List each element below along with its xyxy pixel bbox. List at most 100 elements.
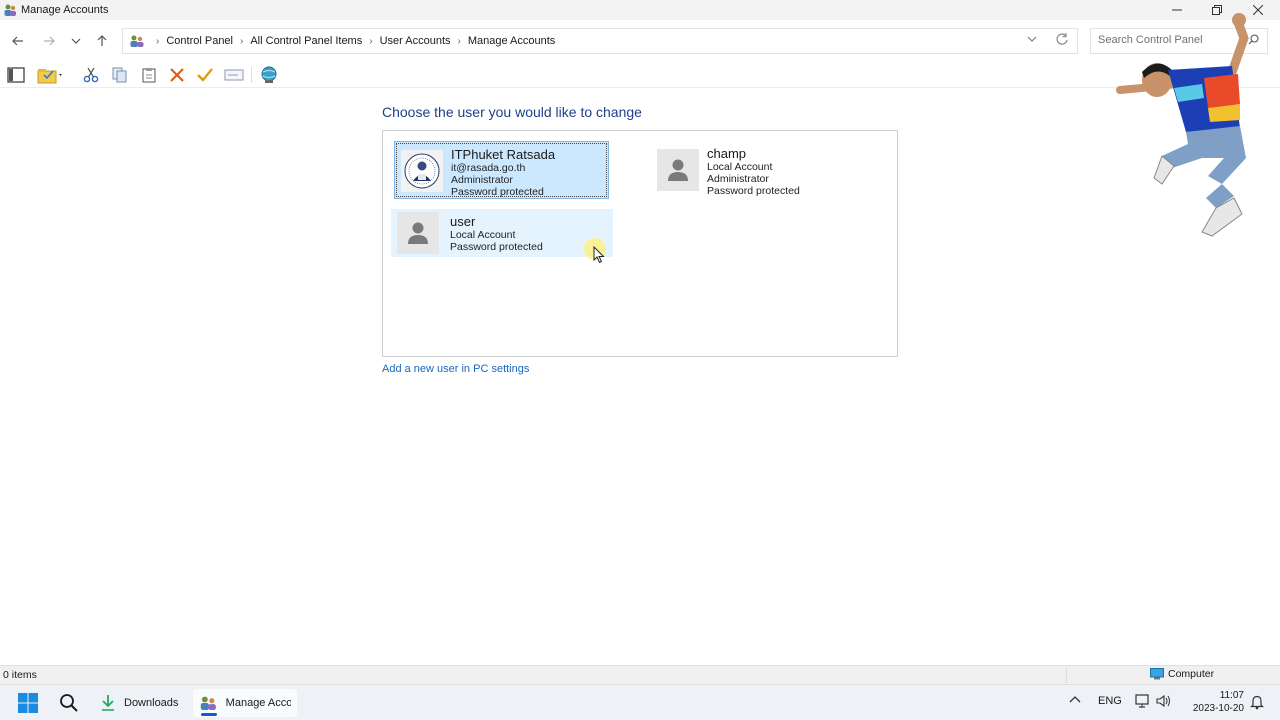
item-count: 0 items <box>3 669 37 681</box>
properties-button[interactable] <box>36 65 64 85</box>
jumping-person-image <box>1116 13 1249 237</box>
clock-time: 11:07 <box>1219 690 1244 701</box>
taskbar-app-label: Downloads <box>124 697 179 709</box>
bell-icon <box>1250 695 1264 710</box>
chevron-right-icon: › <box>369 35 373 47</box>
windows-logo-icon <box>18 693 38 713</box>
language-indicator[interactable]: ENG <box>1098 695 1122 707</box>
users-icon <box>200 696 216 711</box>
chevron-right-icon: › <box>457 35 461 47</box>
manage-accounts-window: Manage Accounts › Control Panel › All Co… <box>0 0 1280 684</box>
taskbar-app-manage-accounts[interactable]: Manage Accou <box>193 689 297 717</box>
account-tile-itphuket[interactable]: ITPhuket Ratsada it@rasada.go.th Adminis… <box>394 141 609 199</box>
user-silhouette-icon <box>668 159 688 181</box>
search-icon <box>60 694 78 712</box>
up-button[interactable] <box>92 31 112 51</box>
start-button[interactable] <box>12 689 44 717</box>
mouse-cursor <box>584 238 606 264</box>
network-icon <box>261 66 277 83</box>
account-type: Administrator <box>451 174 513 186</box>
layout-pane-icon <box>7 67 25 83</box>
window-title: Manage Accounts <box>21 4 109 16</box>
account-tile-champ[interactable]: champ Local Account Administrator Passwo… <box>651 141 867 199</box>
clock[interactable]: 11:07 2023-10-20 <box>1186 689 1244 715</box>
breadcrumb-all-items[interactable]: All Control Panel Items <box>250 35 362 47</box>
address-bar[interactable]: › Control Panel › All Control Panel Item… <box>122 28 1078 54</box>
monitor-network-icon <box>1135 694 1149 708</box>
users-icon <box>130 35 144 47</box>
speaker-icon <box>1156 694 1170 708</box>
account-name: champ <box>707 146 747 161</box>
user-silhouette-icon <box>408 222 428 244</box>
show-hidden-icons-button[interactable] <box>1069 694 1081 707</box>
add-new-user-link[interactable]: Add a new user in PC settings <box>382 363 529 375</box>
rename-icon <box>224 69 244 81</box>
chevron-right-icon: › <box>156 35 160 47</box>
search-taskbar-button[interactable] <box>53 689 85 717</box>
rename-button[interactable] <box>223 65 245 85</box>
download-icon <box>102 695 114 711</box>
chevron-down-icon <box>71 38 81 44</box>
location-indicator: Computer <box>1150 668 1214 680</box>
refresh-button[interactable] <box>1055 32 1069 49</box>
clock-date: 2023-10-20 <box>1192 703 1244 714</box>
seal-logo-icon <box>404 153 440 189</box>
arrow-up-icon <box>97 35 107 46</box>
account-tile-user[interactable]: user Local Account Password protected <box>391 209 613 257</box>
account-password-status: Password protected <box>450 241 543 253</box>
breadcrumb-manage-accounts[interactable]: Manage Accounts <box>468 35 555 47</box>
pointer-icon <box>593 246 605 264</box>
account-name: ITPhuket Ratsada <box>451 147 556 162</box>
delete-button[interactable] <box>166 65 188 85</box>
account-email: it@rasada.go.th <box>451 162 526 174</box>
check-button[interactable] <box>194 65 216 85</box>
page-title: Choose the user you would like to change <box>382 104 642 120</box>
account-kind: Local Account <box>450 229 516 241</box>
recent-locations-button[interactable] <box>66 31 86 51</box>
toolbar-divider <box>251 67 252 83</box>
delete-icon <box>170 68 184 82</box>
paste-icon <box>142 68 156 83</box>
account-password-status: Password protected <box>451 186 544 198</box>
avatar <box>657 149 699 191</box>
network-tray-button[interactable] <box>1135 694 1151 711</box>
avatar <box>397 212 439 254</box>
forward-button[interactable] <box>39 31 59 51</box>
taskbar-app-downloads[interactable]: Downloads <box>94 689 184 717</box>
account-password-status: Password protected <box>707 185 800 197</box>
location-label: Computer <box>1168 668 1215 680</box>
chevron-down-icon <box>1027 36 1037 42</box>
address-history-dropdown[interactable] <box>1027 34 1037 47</box>
accounts-list: ITPhuket Ratsada it@rasada.go.th Adminis… <box>382 130 898 357</box>
properties-icon <box>37 69 62 84</box>
layout-pane-button[interactable] <box>5 65 27 85</box>
refresh-icon <box>1056 33 1068 45</box>
chevron-right-icon: › <box>240 35 244 47</box>
address-row: › Control Panel › All Control Panel Item… <box>0 20 1280 62</box>
arrow-left-icon <box>12 36 23 46</box>
copy-icon <box>112 67 127 83</box>
paste-button[interactable] <box>138 65 160 85</box>
computer-icon <box>1150 668 1164 680</box>
title-bar: Manage Accounts <box>0 0 1280 20</box>
arrow-right-icon <box>44 36 55 46</box>
breadcrumb-control-panel[interactable]: Control Panel <box>166 35 233 47</box>
status-divider <box>1066 667 1067 683</box>
toolbar <box>0 62 1280 88</box>
account-kind: Local Account <box>707 161 773 173</box>
avatar <box>401 150 443 192</box>
breadcrumb-user-accounts[interactable]: User Accounts <box>380 35 451 47</box>
volume-tray-button[interactable] <box>1156 694 1172 711</box>
account-name: user <box>450 214 476 229</box>
cut-button[interactable] <box>80 65 102 85</box>
copy-button[interactable] <box>109 65 131 85</box>
back-button[interactable] <box>8 31 28 51</box>
taskbar-app-label: Manage Accou <box>225 697 291 709</box>
account-type: Administrator <box>707 173 769 185</box>
check-icon <box>197 68 213 82</box>
breadcrumb: › Control Panel › All Control Panel Item… <box>129 29 555 53</box>
network-button[interactable] <box>258 65 280 85</box>
users-icon <box>4 4 16 16</box>
chevron-up-icon <box>1069 696 1081 703</box>
notifications-button[interactable] <box>1250 694 1264 713</box>
